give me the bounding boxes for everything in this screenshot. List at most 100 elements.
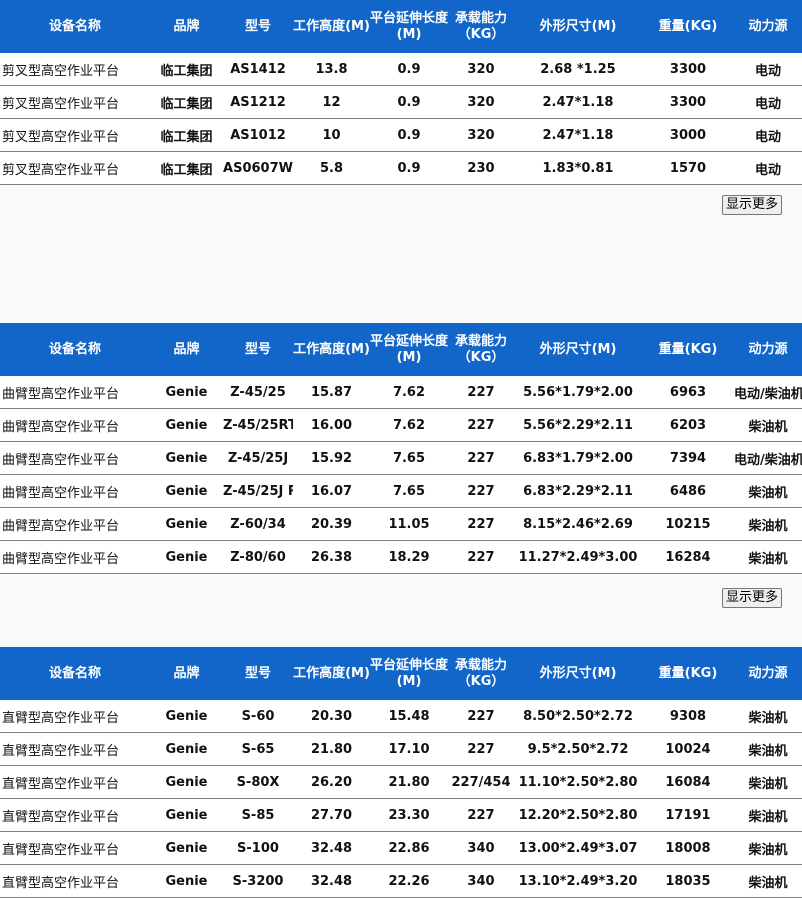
table-row: 直臂型高空作业平台 Genie S-85 27.70 23.30 227 12.20*2.5…	[0, 798, 802, 832]
column-header: 品牌	[150, 323, 223, 376]
table-cell: 剪叉型高空作业平台	[0, 118, 150, 152]
column-header: 平台延伸长度(M)	[370, 323, 448, 376]
table-cell: 剪叉型高空作业平台	[0, 151, 150, 185]
table-row: 剪叉型高空作业平台 临工集团 AS1412 13.8 0.9 320 2.68 *1.25 3…	[0, 53, 802, 86]
show-more-button[interactable]: 显示更多	[722, 195, 782, 215]
table-row: 剪叉型高空作业平台 临工集团 AS0607W 5.8 0.9 230 1.83*0.81 15…	[0, 151, 802, 185]
table-cell: AS1212	[223, 85, 293, 119]
table-cell: 20.39	[293, 507, 370, 541]
table-cell: 7.65	[370, 441, 448, 475]
table-cell: 26.20	[293, 765, 370, 799]
table-cell: 临工集团	[150, 118, 223, 152]
table-cell: Z-45/25	[223, 376, 293, 409]
table-cell: 227	[448, 540, 514, 574]
table-cell: 7.62	[370, 408, 448, 442]
table-cell: 1570	[642, 151, 734, 185]
table-cell: AS1412	[223, 53, 293, 86]
table-cell: 11.27*2.49*3.00	[514, 540, 642, 574]
table-row: 直臂型高空作业平台 Genie S-80X 26.20 21.80 227/454 11.1…	[0, 765, 802, 799]
table-cell: 227	[448, 474, 514, 508]
column-header: 动力源	[734, 0, 802, 53]
table-cell: 直臂型高空作业平台	[0, 700, 150, 733]
table-cell: Genie	[150, 507, 223, 541]
table-cell: 5.56*2.29*2.11	[514, 408, 642, 442]
column-header: 外形尺寸(M)	[514, 647, 642, 700]
column-header: 工作高度(M)	[293, 647, 370, 700]
table-cell: 13.8	[293, 53, 370, 86]
table-row: 曲臂型高空作业平台 Genie Z-45/25J 15.92 7.65 227 6.83*1…	[0, 441, 802, 475]
table-cell: 15.48	[370, 700, 448, 733]
table-cell: 320	[448, 118, 514, 152]
table-cell: 26.38	[293, 540, 370, 574]
show-more-button[interactable]: 显示更多	[722, 588, 782, 608]
table-cell: 3000	[642, 118, 734, 152]
table-cell: 9.5*2.50*2.72	[514, 732, 642, 766]
table-cell: 7394	[642, 441, 734, 475]
table-cell: Z-60/34	[223, 507, 293, 541]
table-cell: S-3200	[223, 864, 293, 898]
table-cell: 320	[448, 53, 514, 86]
table-cell: 227	[448, 408, 514, 442]
table-cell: 5.56*1.79*2.00	[514, 376, 642, 409]
table-cell: 6203	[642, 408, 734, 442]
table-cell: 电动	[734, 118, 802, 152]
table-header-row: 设备名称 品牌 型号 工作高度(M) 平台延伸长度(M) 承载能力（KG） 外形尺寸(M) 重…	[0, 0, 802, 53]
table-cell: Genie	[150, 864, 223, 898]
table-cell: 0.9	[370, 151, 448, 185]
table-cell: 8.50*2.50*2.72	[514, 700, 642, 733]
table-cell: 10024	[642, 732, 734, 766]
table-cell: 直臂型高空作业平台	[0, 864, 150, 898]
table-cell: AS1012	[223, 118, 293, 152]
table-cell: 2.47*1.18	[514, 85, 642, 119]
table-cell: Genie	[150, 441, 223, 475]
table-cell: 6486	[642, 474, 734, 508]
table-cell: 21.80	[293, 732, 370, 766]
table-cell: Z-45/25J	[223, 441, 293, 475]
table-cell: 340	[448, 831, 514, 865]
table-cell: Genie	[150, 474, 223, 508]
table-cell: 剪叉型高空作业平台	[0, 53, 150, 86]
column-header: 设备名称	[0, 647, 150, 700]
table-cell: 柴油机	[734, 507, 802, 541]
table-cell: 32.48	[293, 864, 370, 898]
table-cell: 27.70	[293, 798, 370, 832]
table-cell: 227	[448, 732, 514, 766]
table-cell: Genie	[150, 540, 223, 574]
table-cell: 320	[448, 85, 514, 119]
table-cell: 2.68 *1.25	[514, 53, 642, 86]
table-cell: 16284	[642, 540, 734, 574]
column-header: 型号	[223, 323, 293, 376]
table-cell: 23.30	[370, 798, 448, 832]
table-cell: Z-80/60	[223, 540, 293, 574]
table-cell: 18035	[642, 864, 734, 898]
table-cell: Z-45/25RT	[223, 408, 293, 442]
table-row: 曲臂型高空作业平台 Genie Z-45/25RT 16.00 7.62 227 5.56*…	[0, 408, 802, 442]
table-cell: 18008	[642, 831, 734, 865]
equipment-table: 设备名称 品牌 型号 工作高度(M) 平台延伸长度(M) 承载能力（KG） 外形尺寸(M) 重…	[0, 323, 802, 574]
table-cell: Genie	[150, 408, 223, 442]
table-row: 剪叉型高空作业平台 临工集团 AS1012 10 0.9 320 2.47*1.18 3000…	[0, 118, 802, 152]
table-cell: 10215	[642, 507, 734, 541]
table-cell: 柴油机	[734, 765, 802, 799]
table-cell: Genie	[150, 765, 223, 799]
table-cell: 7.65	[370, 474, 448, 508]
column-header: 重量(KG)	[642, 0, 734, 53]
table-cell: 直臂型高空作业平台	[0, 831, 150, 865]
table-cell: 227	[448, 376, 514, 409]
table-cell: S-60	[223, 700, 293, 733]
table-cell: 10	[293, 118, 370, 152]
column-header: 品牌	[150, 0, 223, 53]
table-cell: 临工集团	[150, 151, 223, 185]
table-cell: Genie	[150, 732, 223, 766]
table-row: 直臂型高空作业平台 Genie S-3200 32.48 22.26 340 13.10*2…	[0, 864, 802, 898]
table-cell: S-85	[223, 798, 293, 832]
table-cell: 柴油机	[734, 831, 802, 865]
table-cell: 15.87	[293, 376, 370, 409]
table-cell: 3300	[642, 85, 734, 119]
table-cell: 3300	[642, 53, 734, 86]
table-cell: 柴油机	[734, 700, 802, 733]
table-cell: 15.92	[293, 441, 370, 475]
table-cell: 直臂型高空作业平台	[0, 765, 150, 799]
table-cell: 0.9	[370, 53, 448, 86]
table-cell: 曲臂型高空作业平台	[0, 540, 150, 574]
